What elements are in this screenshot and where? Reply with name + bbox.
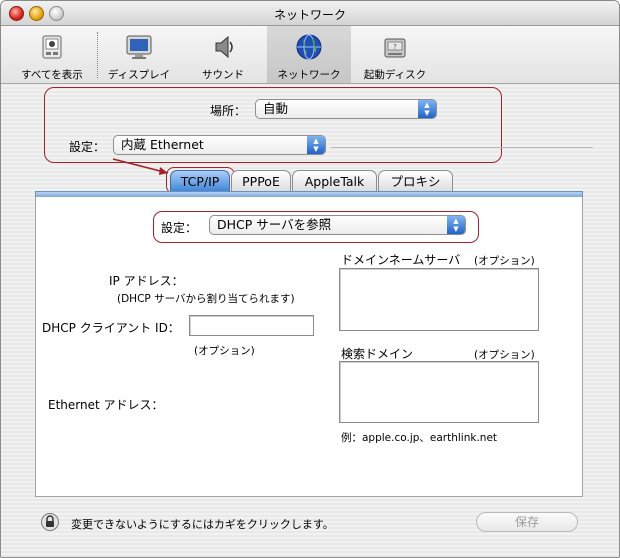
search-domains-field[interactable] (339, 361, 539, 423)
show-all-icon (42, 35, 62, 59)
toolbar-separator (97, 32, 99, 78)
configuration-popup[interactable]: 内蔵 Ethernet ▲ ▼ (113, 135, 326, 155)
dns-label: ドメインネームサーバ (341, 253, 461, 267)
tab-label: AppleTalk (304, 174, 365, 189)
svg-text:?: ? (393, 43, 397, 51)
lock-message: 変更できないようにするにはカギをクリックします。 (71, 518, 334, 531)
title-bar: ネットワーク (1, 1, 619, 26)
configure-ipv4-popup[interactable]: DHCP サーバを参照 ▲ ▼ (209, 215, 466, 235)
tab-label: PPPoE (242, 174, 280, 189)
toolbar-label: サウンド (202, 69, 244, 81)
configuration-label: 設定： (69, 140, 106, 154)
dhcp-client-id-field[interactable] (189, 315, 314, 336)
tab-pppoe[interactable]: PPPoE (231, 170, 291, 192)
dhcp-client-id-note: (オプション) (194, 345, 255, 357)
popup-arrows-icon: ▲ ▼ (418, 100, 436, 118)
toolbar-label: 起動ディスク (363, 69, 427, 81)
tab-label: プロキシ (390, 174, 441, 189)
save-button[interactable]: 保存 (476, 512, 578, 532)
network-preferences-window: ネットワーク すべてを表示 ディスプレイ サウンド ネットワーク ? 起動ディス… (0, 0, 620, 558)
toolbar-item-startup-disk[interactable]: ? 起動ディスク (355, 26, 435, 83)
network-globe-icon (296, 34, 322, 60)
startup-disk-icon: ? (384, 38, 406, 58)
location-value: 自動 (263, 101, 289, 116)
dhcp-client-id-label: DHCP クライアント ID： (42, 321, 180, 335)
divider-line (331, 147, 593, 148)
tab-appletalk[interactable]: AppleTalk (292, 170, 377, 192)
toolbar-label: ネットワーク (277, 69, 341, 81)
configure-label: 設定： (161, 221, 198, 235)
toolbar-label: すべてを表示 (21, 69, 83, 81)
tab-proxies[interactable]: プロキシ (378, 170, 453, 192)
ip-address-label: IP アドレス： (109, 274, 184, 288)
toolbar-item-show-all[interactable]: すべてを表示 (11, 26, 93, 83)
configure-value: DHCP サーバを参照 (217, 217, 332, 232)
lock-icon[interactable] (41, 513, 59, 531)
toolbar-label: ディスプレイ (107, 69, 171, 81)
popup-arrows-icon: ▲ ▼ (447, 216, 465, 234)
toolbar-item-sound[interactable]: サウンド (185, 26, 261, 83)
dns-servers-field[interactable] (339, 268, 539, 331)
preferences-toolbar: すべてを表示 ディスプレイ サウンド ネットワーク ? 起動ディスク (1, 26, 619, 84)
ethernet-address-label: Ethernet アドレス： (48, 398, 164, 412)
toolbar-item-network[interactable]: ネットワーク (267, 26, 351, 83)
search-domains-label: 検索ドメイン (341, 347, 414, 361)
example-domains-note: 例：apple.co.jp、earthlink.net (341, 432, 498, 444)
annotation-highlight-tab (166, 167, 235, 194)
location-popup[interactable]: 自動 ▲ ▼ (255, 99, 437, 119)
toolbar-item-display[interactable]: ディスプレイ (101, 26, 177, 83)
search-domains-optional-note: (オプション) (474, 349, 535, 361)
location-label: 場所： (210, 104, 247, 118)
speaker-icon (215, 35, 233, 59)
configuration-value: 内蔵 Ethernet (121, 137, 204, 152)
popup-arrows-icon: ▲ ▼ (307, 136, 325, 154)
ip-address-note: (DHCP サーバから割り当てられます) (117, 293, 295, 305)
display-icon (126, 35, 152, 59)
window-title: ネットワーク (273, 8, 346, 22)
dns-optional-note: (オプション) (474, 255, 535, 267)
